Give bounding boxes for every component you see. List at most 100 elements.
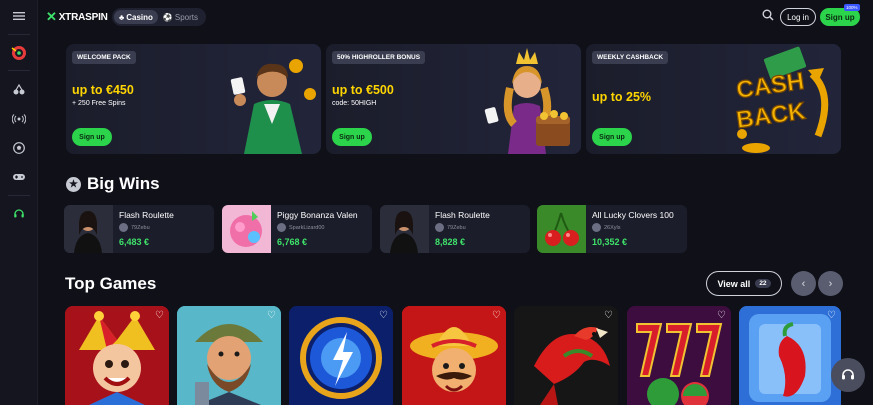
banner-amount: up to €450 [72,83,134,97]
ice-chili-artwork [739,306,841,405]
menu-icon[interactable] [0,5,38,27]
win-user: 79Zebu [119,223,150,232]
banner-tag: WELCOME PACK [72,51,136,64]
tab-casino[interactable]: ♣ Casino [114,10,158,24]
big-win-card[interactable]: Flash Roulette 79Zebu 6,483 € [64,205,214,253]
left-rail [0,0,38,405]
cashback-illustration: CASH BACK [734,46,829,153]
win-user: SparkLizard00 [277,223,324,232]
banner-signup-button[interactable]: Sign up [332,128,372,146]
win-amount: 10,352 € [592,237,628,247]
win-amount: 6,768 € [277,237,308,247]
jester-artwork [65,306,169,405]
search-icon[interactable] [760,9,776,25]
banner-tag: WEEKLY CASHBACK [592,51,669,64]
big-win-card[interactable]: Piggy Bonanza Valen SparkLizard00 6,768 … [222,205,372,253]
win-game-name: Flash Roulette [119,210,174,220]
tab-casino-label: Casino [126,12,153,22]
banner-amount: up to €500 [332,83,394,97]
mode-switcher: ♣ Casino ⚽ Sports [112,8,206,26]
game-thumbnail [222,205,271,253]
view-all-button[interactable]: View all 22 [706,271,782,296]
win-amount: 6,483 € [119,237,150,247]
promo-banner-welcome[interactable]: WELCOME PACK up to €450 + 250 Free Spins… [66,44,321,154]
chevron-right-icon[interactable]: › [818,271,843,296]
chevron-left-icon[interactable]: ‹ [791,271,816,296]
tab-sports-label: Sports [174,12,199,22]
big-wins-title: Big Wins [87,174,160,193]
banner-subtitle: code: 50HIGH [332,100,377,107]
live-support-button[interactable] [831,358,865,392]
football-icon[interactable] [0,137,38,159]
favorite-heart-icon[interactable]: ♡ [717,310,726,321]
brand-logo[interactable]: ✕ XTRASPIN [46,9,108,24]
login-button[interactable]: Log in [780,8,816,26]
win-username: SparkLizard00 [289,224,325,231]
game-tile-fisherman[interactable]: ♡ [177,306,281,405]
game-tile-mexican[interactable]: ♡ [402,306,506,405]
game-tile-lightning[interactable]: ♡ [289,306,393,405]
promo-banner-cashback[interactable]: WEEKLY CASHBACK up to 25% Sign up CASH B… [586,44,841,154]
favorite-heart-icon[interactable]: ♡ [492,310,501,321]
game-thumbnail [537,205,586,253]
win-user: 79Zebu [435,223,466,232]
fisherman-artwork [177,306,281,405]
logo-x-icon: ✕ [46,9,57,24]
queen-illustration [484,48,570,154]
game-tile-777[interactable]: ♡ [627,306,731,405]
big-win-card[interactable]: Flash Roulette 79Zebu 8,828 € [380,205,530,253]
big-wins-heading: ★ Big Wins [66,174,160,194]
star-icon: ★ [66,176,81,192]
favorite-heart-icon[interactable]: ♡ [267,310,276,321]
banner-subtitle: + 250 Free Spins [72,100,126,107]
slots-icon[interactable] [0,79,38,101]
logo-text: XTRASPIN [58,11,108,23]
user-avatar [435,223,444,232]
game-thumbnail [380,205,429,253]
user-avatar [592,223,601,232]
mariachi-artwork [402,306,506,405]
win-game-name: Flash Roulette [435,210,490,220]
banner-amount: up to 25% [592,90,652,104]
game-tile-jester[interactable]: ♡ [65,306,169,405]
view-all-label: View all [717,278,751,289]
headset-icon [842,369,854,380]
banner-signup-button[interactable]: Sign up [592,128,632,146]
gamepad-icon[interactable] [0,166,38,188]
favorite-heart-icon[interactable]: ♡ [155,310,164,321]
user-avatar [119,223,128,232]
user-avatar [277,223,286,232]
game-thumbnail [64,205,113,253]
win-game-name: Piggy Bonanza Valen [277,210,358,220]
sevens-artwork [627,306,731,405]
game-tile-chili[interactable]: ♡ [739,306,841,405]
win-game-name: All Lucky Clovers 100 [592,210,674,220]
signup-bonus-badge: 100% [844,4,860,11]
rail-divider [8,70,30,71]
roulette-icon[interactable] [0,42,38,64]
banner-signup-button[interactable]: Sign up [72,128,112,146]
parrot-artwork [514,306,618,405]
win-username: 26Xyls [604,224,621,231]
live-icon[interactable] [0,108,38,130]
game-tile-parrot[interactable]: ♡ [514,306,618,405]
games-count-badge: 22 [755,279,771,288]
sports-icon: ⚽ [162,12,173,22]
banner-tag: 50% HIGHROLLER BONUS [332,51,426,64]
casino-icon: ♣ [119,12,125,22]
dealer-illustration [230,59,316,154]
win-user: 26Xyls [592,223,621,232]
win-amount: 8,828 € [435,237,466,247]
favorite-heart-icon[interactable]: ♡ [604,310,613,321]
app-root: ✕ XTRASPIN ♣ Casino ⚽ Sports Log in Sign… [0,0,873,405]
win-username: 79Zebu [131,224,150,231]
support-headset-icon[interactable] [0,203,38,225]
favorite-heart-icon[interactable]: ♡ [379,310,388,321]
big-win-card[interactable]: All Lucky Clovers 100 26Xyls 10,352 € [537,205,687,253]
favorite-heart-icon[interactable]: ♡ [827,310,836,321]
tab-sports[interactable]: ⚽ Sports [158,10,203,24]
win-username: 79Zebu [447,224,466,231]
top-games-title: Top Games [65,274,157,293]
promo-banner-highroller[interactable]: 50% HIGHROLLER BONUS up to €500 code: 50… [326,44,581,154]
lightning-artwork [289,306,393,405]
